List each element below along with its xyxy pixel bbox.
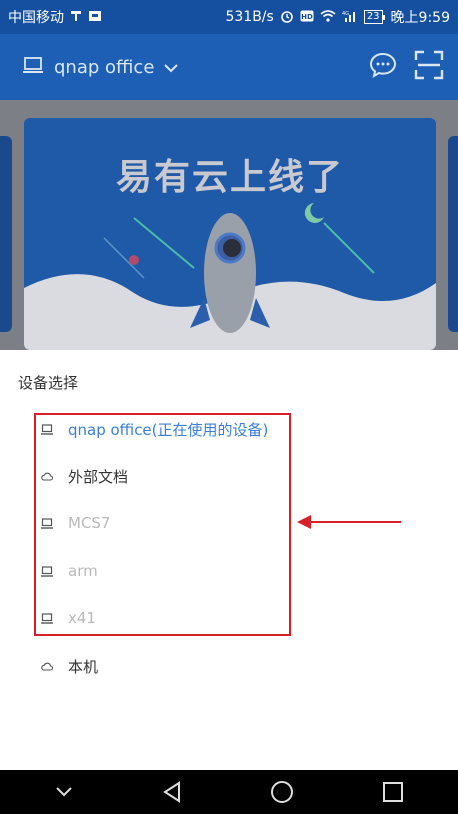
battery-level: 23 [363, 10, 383, 24]
chevron-down-icon [164, 57, 179, 78]
alarm-icon [280, 9, 294, 26]
clock: 晚上9:59 [390, 10, 450, 26]
signal-icon: 4G [342, 10, 358, 25]
svg-text:HD: HD [301, 13, 313, 21]
home-icon[interactable] [270, 780, 294, 804]
banner-prev-card[interactable] [0, 136, 12, 332]
carrier-label: 中国移动 [8, 10, 64, 26]
banner-card[interactable]: 易有云上线了 [24, 118, 436, 350]
laptop-icon [22, 56, 44, 79]
app-header: qnap office [0, 34, 458, 100]
battery-icon [382, 14, 385, 20]
battery-indicator: 23 [363, 10, 385, 24]
sheet-title: 设备选择 [18, 374, 79, 392]
message-notification-icon [88, 10, 102, 25]
chat-icon[interactable] [368, 51, 398, 83]
device-item-label: 本机 [68, 657, 99, 676]
svg-text:4G: 4G [342, 11, 349, 17]
banner-title: 易有云上线了 [115, 157, 344, 198]
annotation-highlight-box [34, 413, 291, 636]
annotation-arrow-icon [297, 515, 401, 529]
wifi-icon [320, 9, 336, 25]
banner-carousel[interactable]: 易有云上线了 [0, 100, 458, 350]
hd-icon: HD [300, 10, 314, 25]
system-nav-bar [0, 770, 458, 814]
scan-icon[interactable] [414, 50, 444, 84]
network-speed: 531B/s [225, 9, 274, 25]
banner-next-card[interactable] [448, 136, 458, 332]
status-bar: 中国移动 531B/s HD 4G 23 晚上9:59 [0, 0, 458, 34]
device-selector[interactable]: qnap office [22, 56, 179, 79]
app-notification-icon [70, 10, 82, 25]
recents-icon[interactable] [382, 781, 404, 803]
chevron-down-icon[interactable] [54, 786, 74, 798]
back-icon[interactable] [162, 781, 182, 803]
device-item-local[interactable]: 本机 [40, 646, 98, 686]
cloud-icon [40, 662, 54, 671]
device-name: qnap office [54, 56, 155, 78]
